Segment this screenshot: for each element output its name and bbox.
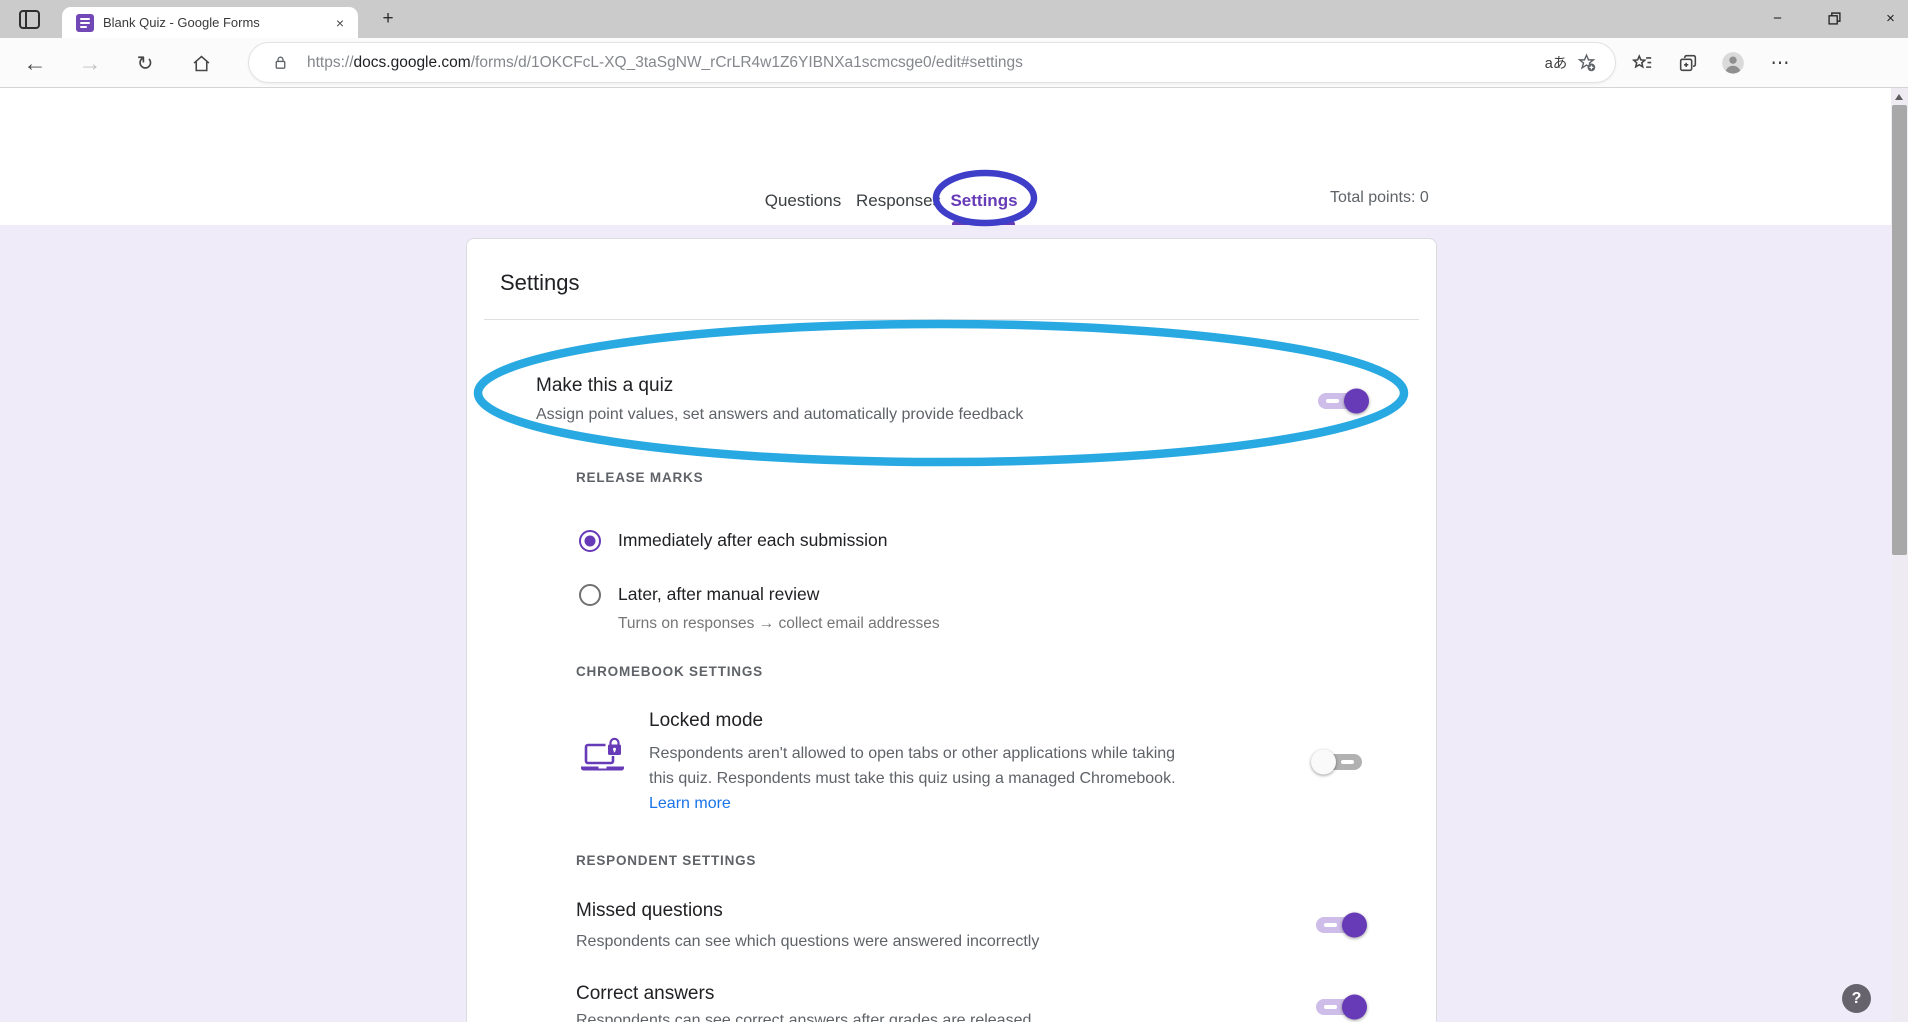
- browser-toolbar: ← → ↻ https://docs.google.com/forms/d/1O…: [0, 38, 1908, 88]
- favorites-button[interactable]: [1625, 47, 1659, 79]
- window-restore-button[interactable]: [1812, 0, 1857, 36]
- make-quiz-description: Assign point values, set answers and aut…: [536, 406, 1023, 424]
- window-minimize-button[interactable]: −: [1755, 0, 1800, 36]
- back-button[interactable]: ←: [20, 49, 50, 77]
- respondent-section-label: RESPONDENT SETTINGS: [576, 853, 756, 868]
- radio-immediately[interactable]: [579, 530, 601, 552]
- radio-immediately-label[interactable]: Immediately after each submission: [618, 530, 887, 551]
- collections-icon: [1677, 52, 1699, 74]
- forms-tab-strip: Questions Responses Settings Total point…: [0, 176, 1891, 225]
- settings-page-background: Settings Make this a quiz Assign point v…: [0, 225, 1891, 1022]
- radio-later-review-label[interactable]: Later, after manual review: [618, 584, 819, 605]
- browser-titlebar: Blank Quiz - Google Forms × + − ×: [0, 0, 1908, 38]
- tab-settings[interactable]: Settings: [945, 185, 1023, 217]
- forward-button[interactable]: →: [75, 49, 105, 77]
- make-quiz-title: Make this a quiz: [536, 375, 673, 397]
- make-quiz-toggle[interactable]: [1318, 393, 1364, 409]
- radio-later-review[interactable]: [579, 584, 601, 606]
- locked-mode-toggle[interactable]: [1316, 754, 1362, 770]
- tab-actions-menu-button[interactable]: [14, 7, 44, 32]
- laptop-lock-icon: [579, 737, 626, 777]
- correct-answers-toggle[interactable]: [1316, 999, 1362, 1015]
- help-button[interactable]: ?: [1842, 984, 1871, 1013]
- add-favorite-icon[interactable]: [1571, 48, 1601, 78]
- site-lock-icon[interactable]: [265, 48, 295, 78]
- tab-title: Blank Quiz - Google Forms: [103, 15, 332, 30]
- collections-button[interactable]: [1671, 47, 1705, 79]
- home-icon: [191, 53, 212, 74]
- translate-icon[interactable]: aあ: [1541, 48, 1571, 78]
- radio-later-review-note: Turns on responses → collect email addre…: [618, 615, 940, 633]
- reload-button[interactable]: ↻: [130, 49, 160, 77]
- new-tab-button[interactable]: +: [374, 6, 402, 32]
- missed-questions-title: Missed questions: [576, 900, 723, 922]
- missed-questions-toggle[interactable]: [1316, 917, 1362, 933]
- tab-questions[interactable]: Questions: [758, 185, 848, 217]
- locked-mode-description: Respondents aren't allowed to open tabs …: [649, 741, 1194, 816]
- correct-answers-title: Correct answers: [576, 983, 714, 1005]
- locked-mode-description-text: Respondents aren't allowed to open tabs …: [649, 745, 1176, 787]
- google-forms-favicon: [76, 14, 94, 32]
- locked-mode-title: Locked mode: [649, 710, 763, 732]
- home-button[interactable]: [186, 49, 216, 77]
- forms-header: Blank Quiz Send ⋮ M: [0, 88, 1891, 176]
- window-close-button[interactable]: ×: [1868, 0, 1908, 36]
- total-points-label: Total points: 0: [1330, 189, 1429, 207]
- tab-actions-icon: [19, 10, 40, 29]
- chromebook-section-label: CHROMEBOOK SETTINGS: [576, 664, 763, 679]
- learn-more-link[interactable]: Learn more: [649, 795, 731, 812]
- address-bar[interactable]: https://docs.google.com/forms/d/1OKCFcL-…: [248, 42, 1616, 83]
- url-text: https://docs.google.com/forms/d/1OKCFcL-…: [307, 54, 1541, 72]
- divider: [484, 319, 1419, 320]
- tab-responses[interactable]: Responses: [856, 185, 936, 217]
- missed-questions-description: Respondents can see which questions were…: [576, 933, 1039, 951]
- browser-window: Blank Quiz - Google Forms × + − × ← → ↻ …: [0, 0, 1908, 1022]
- favorites-icon: [1631, 52, 1653, 74]
- browser-menu-button[interactable]: ⋯: [1763, 47, 1797, 79]
- browser-tab[interactable]: Blank Quiz - Google Forms ×: [62, 7, 358, 38]
- scrollbar-up-arrow[interactable]: [1895, 94, 1903, 100]
- profile-avatar-icon: [1720, 50, 1746, 76]
- settings-heading: Settings: [500, 270, 580, 296]
- correct-answers-description: Respondents can see correct answers afte…: [576, 1012, 1031, 1022]
- scrollbar-thumb[interactable]: [1892, 105, 1907, 555]
- release-marks-section-label: RELEASE MARKS: [576, 470, 703, 485]
- page-scrollbar[interactable]: [1891, 88, 1908, 1022]
- browser-profile-button[interactable]: [1716, 47, 1750, 79]
- settings-card: Settings Make this a quiz Assign point v…: [466, 238, 1437, 1022]
- tab-close-icon[interactable]: ×: [332, 15, 348, 31]
- window-restore-icon: [1828, 12, 1841, 25]
